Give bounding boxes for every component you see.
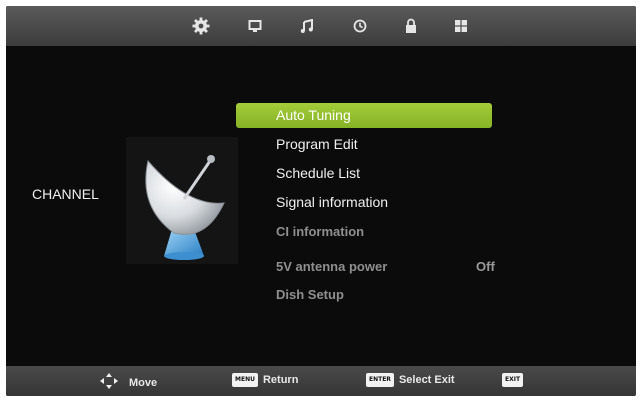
move-hint: Move	[94, 373, 157, 392]
select-exit-label: Select Exit	[398, 374, 455, 386]
satellite-dish-icon	[126, 137, 238, 264]
exit-key-icon: EXIT	[502, 373, 524, 387]
enter-key-icon: ENTER	[366, 373, 394, 387]
gear-icon[interactable]	[192, 17, 210, 35]
clock-icon[interactable]	[351, 17, 369, 35]
menu-item-label: Schedule List	[276, 165, 361, 181]
menu-item-label: CI information	[276, 224, 365, 239]
music-note-icon[interactable]	[298, 17, 316, 35]
menu-item-label: Auto Tuning	[276, 107, 351, 123]
select-exit-hint: ENTER Select Exit	[366, 373, 455, 387]
exit-hint: EXIT	[502, 373, 524, 387]
arrows-icon	[94, 373, 124, 392]
tv-osd-screen: CHANNEL Auto Tuning Program Edit Schedul…	[6, 6, 636, 396]
top-tab-bar	[6, 6, 636, 46]
menu-item-auto-tuning[interactable]: Auto Tuning	[236, 103, 492, 128]
menu-item-label: 5V antenna power	[276, 259, 388, 274]
move-label: Move	[129, 376, 158, 389]
menu-item-program-edit[interactable]: Program Edit	[236, 132, 492, 161]
grid-icon[interactable]	[452, 17, 470, 35]
menu-item-ci-information: CI information	[236, 219, 492, 248]
return-hint: MENU Return	[232, 373, 298, 387]
monitor-icon[interactable]	[246, 17, 264, 35]
menu-item-label: Signal information	[276, 194, 389, 210]
lock-icon[interactable]	[402, 17, 420, 35]
channel-menu: Auto Tuning Program Edit Schedule List S…	[236, 103, 495, 311]
menu-item-dish-setup: Dish Setup	[236, 282, 492, 311]
menu-item-signal-information[interactable]: Signal information	[236, 190, 492, 219]
return-label: Return	[262, 374, 299, 386]
menu-item-schedule-list[interactable]: Schedule List	[236, 161, 492, 190]
help-bar: Move MENU Return ENTER Select Exit EXIT	[6, 366, 636, 396]
category-label: CHANNEL	[32, 186, 99, 202]
antenna-power-value: Off	[476, 259, 495, 274]
menu-item-label: Dish Setup	[276, 287, 344, 302]
menu-item-label: Program Edit	[276, 136, 358, 152]
menu-item-5v-antenna-power: 5V antenna power Off	[236, 248, 495, 282]
menu-key-icon: MENU	[232, 373, 258, 387]
